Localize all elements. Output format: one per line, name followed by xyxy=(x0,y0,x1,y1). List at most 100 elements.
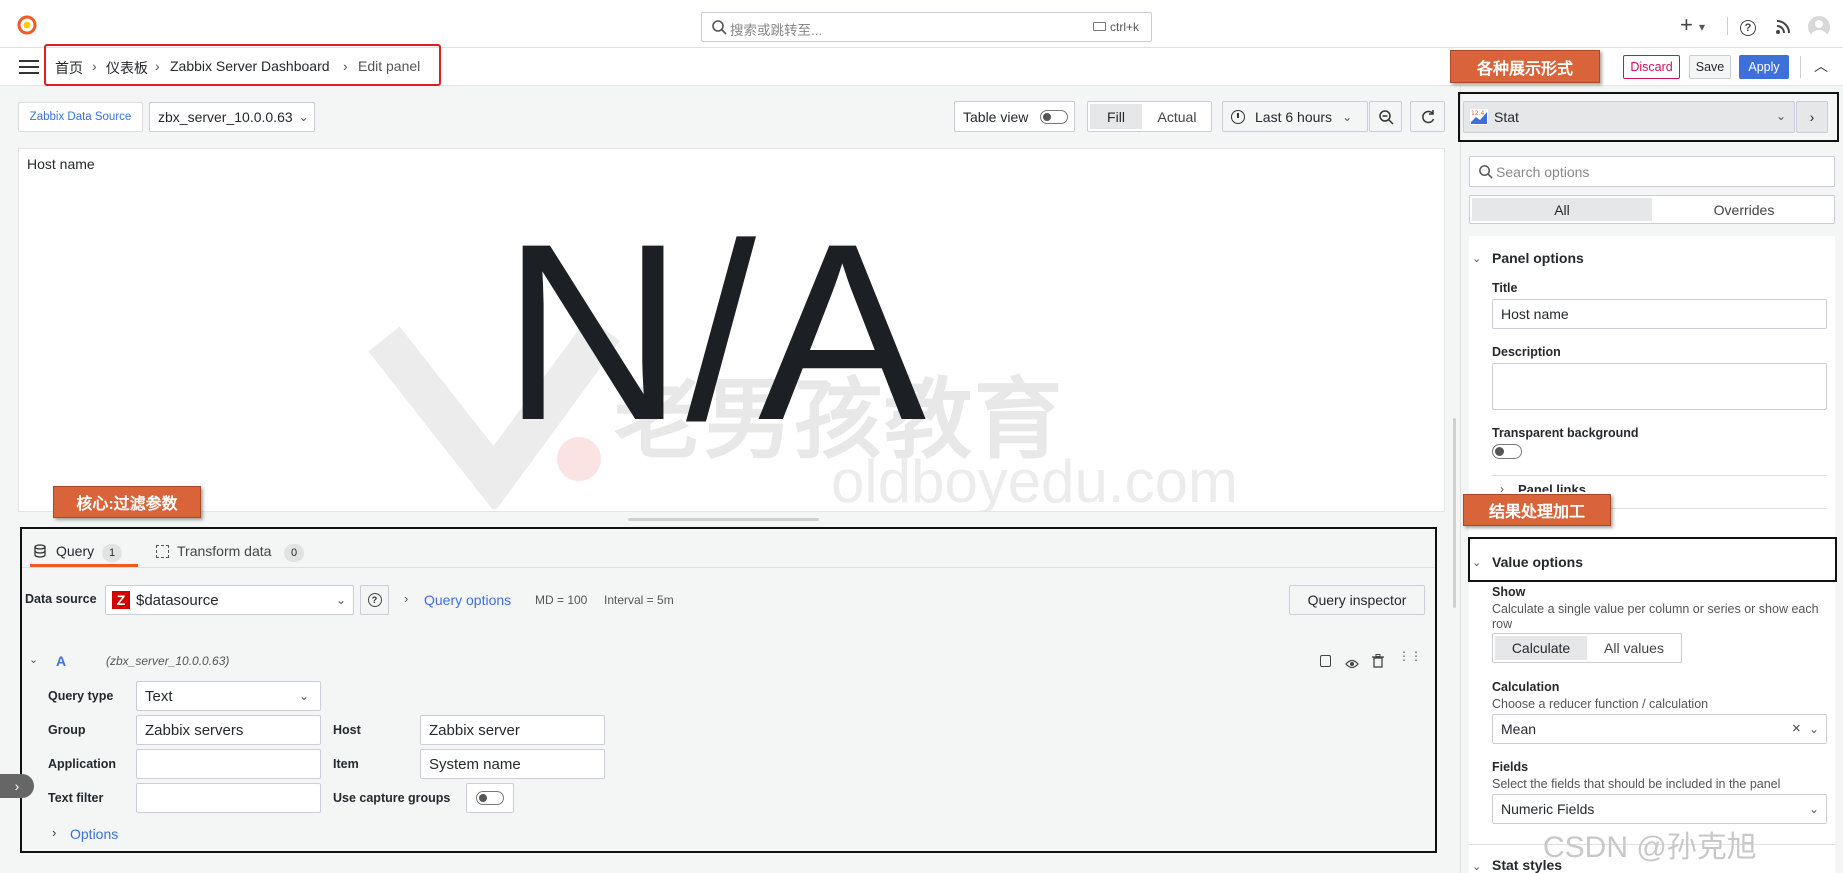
divider xyxy=(1492,475,1827,476)
datasource-variable-value: zbx_server_10.0.0.63 xyxy=(158,109,293,125)
query-options-link[interactable]: Query options xyxy=(424,592,511,608)
query-source: (zbx_server_10.0.0.63) xyxy=(106,654,230,668)
transform-icon xyxy=(156,545,169,558)
breadcrumb-dashboard[interactable]: Zabbix Server Dashboard xyxy=(170,58,330,74)
capture-groups-toggle[interactable] xyxy=(466,783,514,813)
table-view-toggle[interactable]: Table view xyxy=(954,101,1075,132)
transparent-toggle[interactable] xyxy=(1492,444,1522,459)
breadcrumb-home[interactable]: 首页 xyxy=(55,58,83,78)
time-range-label: Last 6 hours xyxy=(1255,108,1333,125)
breadcrumb-separator: › xyxy=(343,58,348,74)
apply-button[interactable]: Apply xyxy=(1739,55,1789,79)
query-options-bar[interactable]: › Query options MD = 100 Interval = 5m xyxy=(394,585,1284,615)
viz-picker[interactable]: 12.4 Stat ⌄ xyxy=(1463,101,1795,133)
options-row[interactable]: › Options xyxy=(40,820,1425,848)
value-options-header[interactable]: Value options xyxy=(1492,554,1583,570)
fields-description: Select the fields that should be include… xyxy=(1492,777,1781,791)
transform-count-badge: 0 xyxy=(284,544,304,562)
grafana-logo-icon[interactable] xyxy=(16,14,38,36)
tab-all[interactable]: All xyxy=(1472,198,1652,221)
max-data-points: MD = 100 xyxy=(535,593,588,607)
drag-handle-icon[interactable]: ⋮⋮ xyxy=(1398,650,1422,662)
item-input[interactable]: System name xyxy=(420,749,605,779)
text-filter-input[interactable] xyxy=(136,783,321,813)
csdn-watermark: CSDN @孙克旭 xyxy=(1543,831,1757,864)
viz-expand-button[interactable]: › xyxy=(1796,101,1828,133)
zoom-out-button[interactable] xyxy=(1369,101,1402,132)
group-input[interactable]: Zabbix servers xyxy=(136,715,321,745)
all-values-option[interactable]: All values xyxy=(1589,636,1679,660)
tab-overrides[interactable]: Overrides xyxy=(1654,198,1834,221)
eye-icon[interactable] xyxy=(1345,656,1359,672)
panel-options-chevron-icon[interactable]: ⌄ xyxy=(1472,252,1481,265)
item-label: Item xyxy=(325,749,417,779)
datasource-variable-select[interactable]: zbx_server_10.0.0.63 ⌄ xyxy=(149,102,315,132)
application-input[interactable] xyxy=(136,749,321,779)
search-bar[interactable]: 搜索或跳转至... ctrl+k xyxy=(701,12,1152,42)
search-shortcut: ctrl+k xyxy=(1110,20,1140,34)
news-rss-icon[interactable] xyxy=(1775,19,1791,38)
row-filler xyxy=(325,681,1425,711)
tab-transform[interactable]: Transform data 0 xyxy=(152,537,312,567)
datasource-help-button[interactable]: ? xyxy=(360,585,389,615)
stat-styles-chevron-icon[interactable]: ⌄ xyxy=(1472,860,1481,873)
calculate-option[interactable]: Calculate xyxy=(1495,636,1587,660)
panel-options-header[interactable]: Panel options xyxy=(1492,250,1584,266)
chevron-down-icon: ⌄ xyxy=(1809,802,1820,816)
datasource-chip[interactable]: Zabbix Data Source xyxy=(18,102,143,132)
query-type-select[interactable]: Text ⌄ xyxy=(136,681,321,711)
host-input[interactable]: Zabbix server xyxy=(420,715,605,745)
calculation-select[interactable]: Mean × ⌄ xyxy=(1492,714,1827,744)
options-search[interactable]: Search options xyxy=(1469,156,1835,187)
add-icon[interactable]: + xyxy=(1680,12,1693,38)
datasource-label: Data source xyxy=(25,592,97,606)
title-input[interactable]: Host name xyxy=(1492,299,1827,329)
fields-select[interactable]: Numeric Fields ⌄ xyxy=(1492,794,1827,824)
trash-icon[interactable] xyxy=(1372,654,1384,671)
description-textarea[interactable] xyxy=(1492,363,1827,410)
fill-actual-group: Fill Actual xyxy=(1087,101,1212,132)
table-view-label: Table view xyxy=(963,108,1029,125)
splitter-handle[interactable] xyxy=(628,518,819,521)
refresh-button[interactable] xyxy=(1410,101,1445,132)
clear-icon[interactable]: × xyxy=(1792,720,1801,737)
zoom-out-icon xyxy=(1378,109,1394,125)
discard-button[interactable]: Discard xyxy=(1623,55,1680,79)
datasource-select[interactable]: Z $datasource ⌄ xyxy=(105,585,354,615)
viz-name: Stat xyxy=(1494,109,1519,125)
interval: Interval = 5m xyxy=(604,593,674,607)
menu-icon[interactable] xyxy=(19,59,39,78)
calculation-label: Calculation xyxy=(1492,680,1560,694)
save-button[interactable]: Save xyxy=(1689,55,1731,79)
expand-sidebar-handle[interactable]: › xyxy=(0,774,34,798)
zabbix-icon: Z xyxy=(112,591,130,609)
vertical-splitter[interactable] xyxy=(1453,418,1456,608)
search-placeholder: 搜索或跳转至... xyxy=(730,23,823,38)
stat-viz-icon: 12.4 xyxy=(1470,109,1488,128)
collapse-chevron-down-icon[interactable]: ⌄ xyxy=(29,653,38,666)
time-range-picker[interactable]: Last 6 hours ⌄ xyxy=(1222,101,1368,132)
help-icon[interactable]: ? xyxy=(1740,20,1756,36)
breadcrumb-separator: › xyxy=(92,58,97,74)
query-ref-id[interactable]: A xyxy=(56,653,66,669)
fill-button[interactable]: Fill xyxy=(1090,104,1142,129)
query-inspector-button[interactable]: Query inspector xyxy=(1289,585,1425,615)
user-avatar-icon[interactable] xyxy=(1808,16,1830,38)
show-radio-group: Calculate All values xyxy=(1492,633,1682,663)
breadcrumb-dashboards[interactable]: 仪表板 xyxy=(106,58,148,78)
tab-query[interactable]: Query 1 xyxy=(30,537,138,567)
datasource-select-value: $datasource xyxy=(136,591,219,609)
calculation-description: Choose a reducer function / calculation xyxy=(1492,697,1709,711)
options-search-placeholder: Search options xyxy=(1496,164,1590,180)
help-icon: ? xyxy=(367,593,382,607)
toggle-switch[interactable] xyxy=(1040,110,1068,124)
add-chevron-down-icon[interactable]: ▾ xyxy=(1699,20,1705,34)
actual-button[interactable]: Actual xyxy=(1144,104,1210,129)
copy-icon[interactable] xyxy=(1320,655,1331,667)
options-link[interactable]: Options xyxy=(70,826,118,842)
row-filler xyxy=(609,749,1425,779)
tabs-divider xyxy=(22,567,1435,568)
value-options-chevron-icon[interactable]: ⌄ xyxy=(1472,556,1481,569)
collapse-chevron-up-icon[interactable]: ︿ xyxy=(1814,56,1828,76)
panel-links-header[interactable]: Panel links xyxy=(1518,482,1586,492)
